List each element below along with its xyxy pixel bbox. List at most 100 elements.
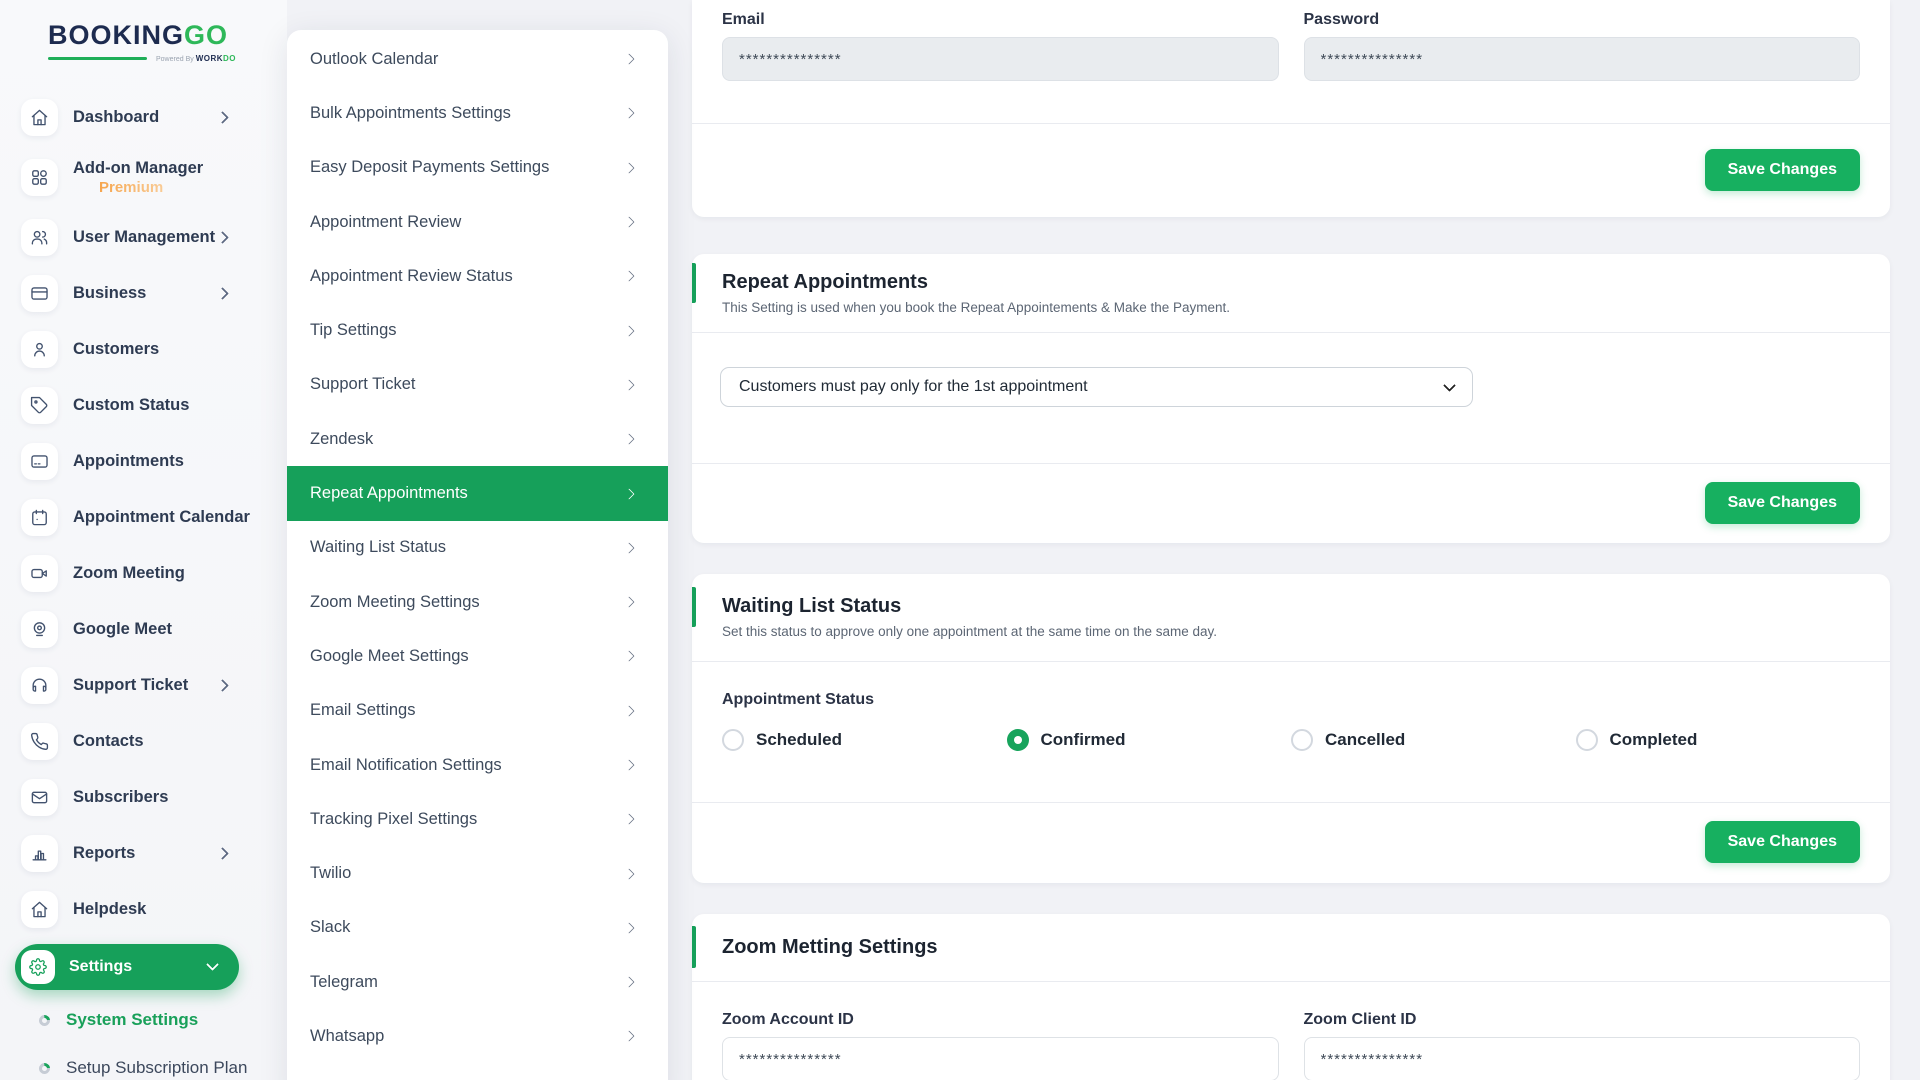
radio-cancelled[interactable]: Cancelled <box>1291 729 1576 751</box>
user-icon <box>21 331 58 368</box>
sidebar-item-google-meet[interactable]: Google Meet <box>0 601 287 657</box>
submenu-item-easy-deposit-payments-settings[interactable]: Easy Deposit Payments Settings <box>287 141 668 195</box>
radio-icon <box>1291 729 1313 751</box>
chevron-right-icon <box>623 53 634 64</box>
sidebar-item-support-ticket[interactable]: Support Ticket <box>0 657 287 713</box>
submenu-item-repeat-appointments[interactable]: Repeat Appointments <box>287 466 668 520</box>
password-field[interactable] <box>1304 37 1861 81</box>
radio-confirmed[interactable]: Confirmed <box>1007 729 1292 751</box>
chevron-down-icon <box>1443 379 1456 392</box>
main-content: Email Password Save Changes Repeat Appoi… <box>692 0 1890 1080</box>
sidebar-item-custom-status[interactable]: Custom Status <box>0 377 287 433</box>
sidebar-item-reports[interactable]: Reports <box>0 825 287 881</box>
submenu-item-email-settings[interactable]: Email Settings <box>287 684 668 738</box>
users-icon <box>21 219 58 256</box>
chevron-right-icon <box>623 379 634 390</box>
chevron-right-icon <box>623 759 634 770</box>
sidebar-item-zoom-meeting[interactable]: Zoom Meeting <box>0 545 287 601</box>
chevron-right-icon <box>623 868 634 879</box>
chevron-right-icon <box>623 596 634 607</box>
card-title: Waiting List Status <box>722 594 1860 618</box>
chevron-right-icon <box>216 111 229 124</box>
card-title: Zoom Metting Settings <box>722 935 1860 959</box>
save-changes-button[interactable]: Save Changes <box>1705 821 1860 863</box>
headset-icon <box>21 667 58 704</box>
chevron-right-icon <box>216 847 229 860</box>
zoom-account-id-label: Zoom Account ID <box>722 1010 1279 1029</box>
submenu-item-email-notification-settings[interactable]: Email Notification Settings <box>287 738 668 792</box>
zoom-meeting-settings-card: Zoom Metting Settings Zoom Account ID Zo… <box>692 914 1890 1080</box>
zoom-client-id-label: Zoom Client ID <box>1304 1010 1861 1029</box>
submenu-item-appointment-review[interactable]: Appointment Review <box>287 195 668 249</box>
sidebar-item-dashboard[interactable]: Dashboard <box>0 89 287 145</box>
chevron-down-icon <box>206 958 219 971</box>
submenu-item-google-meet-settings[interactable]: Google Meet Settings <box>287 629 668 683</box>
brand-logo[interactable]: BOOKINGGO Powered By WORKDO <box>0 0 287 63</box>
sidebar-item-appointments[interactable]: Appointments <box>0 433 287 489</box>
sidebar-item-business[interactable]: Business <box>0 265 287 321</box>
circle-bullet-icon <box>37 1060 52 1075</box>
save-changes-button[interactable]: Save Changes <box>1705 149 1860 191</box>
card-subtitle: Set this status to approve only one appo… <box>722 623 1860 640</box>
sidebar-item-helpdesk[interactable]: Helpdesk <box>0 881 287 937</box>
chevron-right-icon <box>623 271 634 282</box>
chevron-right-icon <box>623 542 634 553</box>
brand-name: BOOKINGGO <box>48 20 287 50</box>
radio-icon <box>722 729 744 751</box>
chevron-right-icon <box>216 287 229 300</box>
sidebar-item-user-management[interactable]: User Management <box>0 209 287 265</box>
chevron-right-icon <box>623 488 634 499</box>
sidebar-item-subscribers[interactable]: Subscribers <box>0 769 287 825</box>
chevron-right-icon <box>623 108 634 119</box>
submenu-item-zoom-meeting-settings[interactable]: Zoom Meeting Settings <box>287 575 668 629</box>
sidebar-subitem-setup-subscription-plan[interactable]: Setup Subscription Plan <box>39 1058 247 1078</box>
chevron-right-icon <box>623 1031 634 1042</box>
zoom-client-id-field[interactable] <box>1304 1037 1861 1080</box>
email-label: Email <box>722 10 1279 29</box>
brand-underline <box>48 57 147 60</box>
home-icon <box>21 99 58 136</box>
sidebar-nav: Dashboard Add-on Manager Premium User Ma… <box>0 89 287 937</box>
card-title: Repeat Appointments <box>722 270 1860 294</box>
zoom-account-id-field[interactable] <box>722 1037 1279 1080</box>
card-subtitle: This Setting is used when you book the R… <box>722 299 1860 316</box>
chevron-right-icon <box>623 651 634 662</box>
submenu-item-appointment-review-status[interactable]: Appointment Review Status <box>287 249 668 303</box>
sidebar-item-appointment-calendar[interactable]: Appointment Calendar <box>0 489 287 545</box>
submenu-item-outlook-calendar[interactable]: Outlook Calendar <box>287 32 668 86</box>
save-changes-button[interactable]: Save Changes <box>1705 482 1860 524</box>
circle-bullet-icon <box>37 1012 52 1027</box>
sidebar-subitem-system-settings[interactable]: System Settings <box>39 1010 198 1030</box>
sidebar-item-customers[interactable]: Customers <box>0 321 287 377</box>
sidebar-item-settings[interactable]: Settings <box>15 944 239 990</box>
gear-icon <box>21 950 55 984</box>
webcam-icon <box>21 611 58 648</box>
chevron-right-icon <box>623 977 634 988</box>
submenu-item-whatsapp[interactable]: Whatsapp <box>287 1009 668 1063</box>
sidebar-item-contacts[interactable]: Contacts <box>0 713 287 769</box>
submenu-item-twilio[interactable]: Twilio <box>287 846 668 900</box>
radio-scheduled[interactable]: Scheduled <box>722 729 1007 751</box>
sidebar-item-addon-manager[interactable]: Add-on Manager Premium <box>0 145 287 209</box>
tag-icon <box>21 387 58 424</box>
grid-icon <box>21 159 58 196</box>
chevron-right-icon <box>623 705 634 716</box>
chevron-right-icon <box>216 231 229 244</box>
submenu-item-waiting-list-status[interactable]: Waiting List Status <box>287 521 668 575</box>
submenu-item-support-ticket[interactable]: Support Ticket <box>287 358 668 412</box>
chevron-right-icon <box>623 162 634 173</box>
submenu-item-tracking-pixel-settings[interactable]: Tracking Pixel Settings <box>287 792 668 846</box>
submenu-item-zendesk[interactable]: Zendesk <box>287 412 668 466</box>
submenu-item-slack[interactable]: Slack <box>287 901 668 955</box>
phone-icon <box>21 723 58 760</box>
submenu-item-tip-settings[interactable]: Tip Settings <box>287 303 668 357</box>
radio-completed[interactable]: Completed <box>1576 729 1861 751</box>
submenu-item-telegram[interactable]: Telegram <box>287 955 668 1009</box>
chevron-right-icon <box>623 922 634 933</box>
submenu-item-bulk-appointments-settings[interactable]: Bulk Appointments Settings <box>287 86 668 140</box>
repeat-payment-select[interactable]: Customers must pay only for the 1st appo… <box>720 367 1473 407</box>
sidebar: BOOKINGGO Powered By WORKDO Dashboard Ad… <box>0 0 287 1080</box>
email-field[interactable] <box>722 37 1279 81</box>
powered-by: Powered By WORKDO <box>156 54 236 63</box>
repeat-appointments-card: Repeat Appointments This Setting is used… <box>692 254 1890 543</box>
